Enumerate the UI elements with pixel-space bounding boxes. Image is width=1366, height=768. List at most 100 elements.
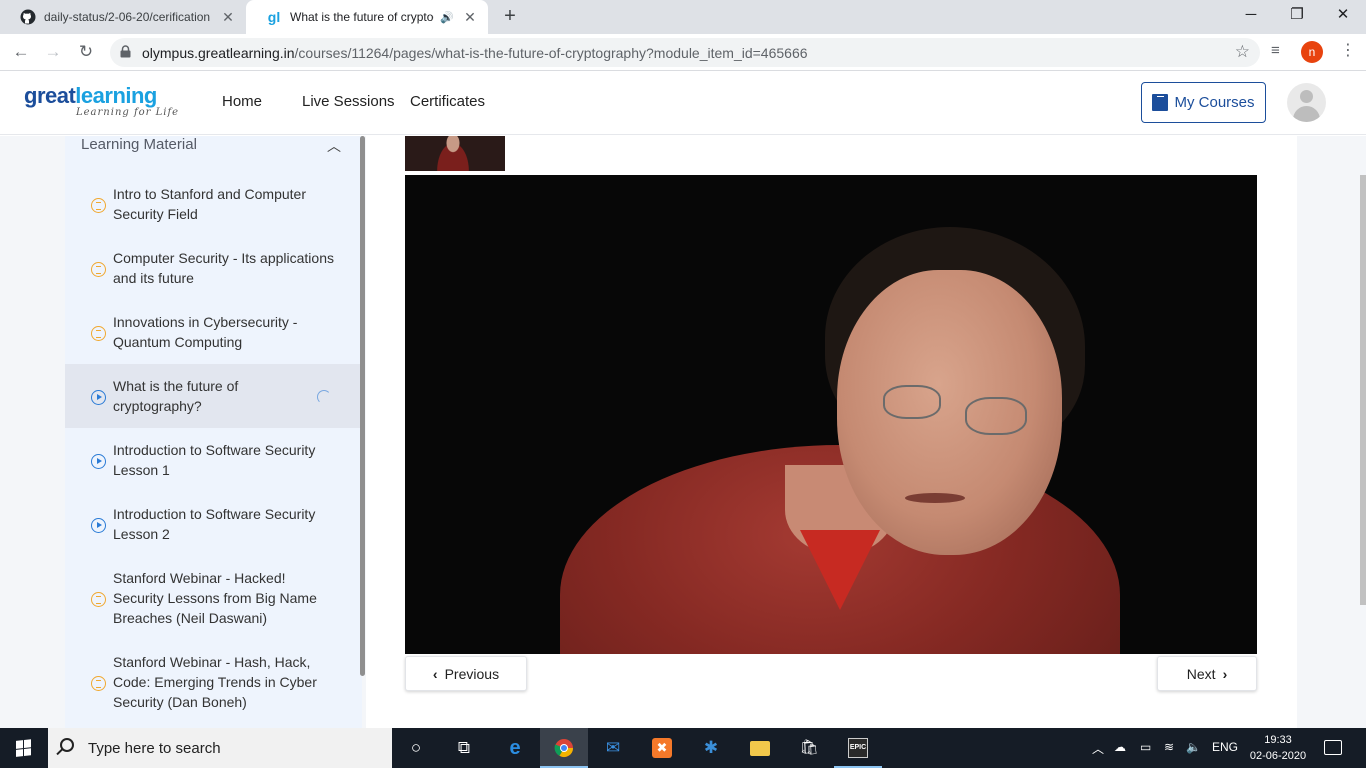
course-sidebar: Learning Material ︿ Intro to Stanford an… (65, 136, 362, 728)
module-item-label: What is the future of cryptography? (113, 378, 239, 414)
page-scrollbar[interactable] (1360, 175, 1366, 605)
bookmark-star-icon[interactable]: ☆ (1235, 42, 1250, 62)
previous-label: Previous (444, 665, 500, 682)
module-item[interactable]: Introduction to Software Security Lesson… (65, 428, 362, 492)
my-courses-label: My Courses (1174, 94, 1255, 111)
previous-button[interactable]: ‹ Previous (405, 656, 527, 691)
windows-taskbar: Type here to search ○ ⧉ e ✉ ✖ ✱ 🛍 EPIC ︿… (0, 728, 1366, 768)
logo-text-learning: learning (75, 83, 157, 108)
greatlearning-favicon-icon: gl (267, 9, 281, 25)
tab-title: daily-status/2-06-20/cerification (44, 10, 211, 24)
new-tab-button[interactable]: + (498, 5, 522, 29)
nav-live-sessions[interactable]: Live Sessions (302, 93, 395, 110)
taskbar-clock[interactable]: 19:33 02-06-2020 (1246, 732, 1310, 764)
module-item[interactable]: Intro to Stanford and Computer Security … (65, 172, 362, 236)
nav-home[interactable]: Home (222, 93, 262, 110)
start-button[interactable] (0, 728, 48, 768)
play-icon (91, 518, 106, 533)
module-item[interactable]: Stanford Webinar - Hash, Hack, Code: Eme… (65, 640, 362, 724)
my-courses-button[interactable]: My Courses (1141, 82, 1266, 123)
lesson-content: ‹ Previous Next › (366, 136, 1297, 728)
tab-title: What is the future of cryptog (290, 10, 435, 24)
minimize-button[interactable]: ─ (1228, 0, 1274, 32)
edge-icon: e (509, 737, 521, 759)
document-icon (91, 262, 106, 277)
browser-tab-greatlearning[interactable]: gl What is the future of cryptog 🔊 ✕ (246, 0, 488, 34)
user-avatar[interactable] (1287, 83, 1326, 122)
task-view-button[interactable]: ⧉ (440, 728, 488, 768)
module-item-label: Innovations in Cybersecurity - Quantum C… (113, 314, 298, 350)
tray-chevron-up-icon[interactable]: ︿ (1092, 740, 1104, 757)
next-button[interactable]: Next › (1157, 656, 1257, 691)
browser-tab-github[interactable]: daily-status/2-06-20/cerification ✕ (0, 0, 246, 34)
xampp-icon: ✖ (652, 738, 672, 758)
page-body: Learning Material ︿ Intro to Stanford an… (0, 136, 1366, 728)
epic-games-icon: EPIC (848, 738, 868, 758)
battery-icon[interactable]: ▭ (1140, 740, 1151, 754)
sidebar-scrollbar[interactable] (360, 136, 365, 676)
close-tab-icon[interactable]: ✕ (218, 9, 238, 26)
windows-logo-icon (16, 739, 32, 757)
document-icon (91, 326, 106, 341)
module-item[interactable]: Introduction to Software Security Lesson… (65, 492, 362, 556)
wifi-icon[interactable]: ≋ (1164, 740, 1174, 754)
vs-code-app[interactable]: ✱ (687, 728, 735, 768)
greatlearning-logo[interactable]: greatlearning Learning for Life (24, 83, 179, 119)
media-control-icon[interactable]: ≡ (1271, 42, 1280, 59)
video-player[interactable] (405, 175, 1257, 654)
puzzle-icon: ✱ (703, 738, 719, 757)
xampp-app[interactable]: ✖ (638, 728, 686, 768)
file-explorer-app[interactable] (736, 728, 784, 768)
play-icon (91, 454, 106, 469)
task-view-icon: ⧉ (457, 738, 471, 757)
notification-icon[interactable] (1324, 740, 1342, 755)
module-item-label: Intro to Stanford and Computer Security … (113, 186, 306, 222)
chevron-left-icon: ‹ (432, 665, 438, 682)
forward-arrow-icon[interactable]: → (40, 40, 66, 66)
site-header: greatlearning Learning for Life Home Liv… (0, 71, 1366, 135)
search-icon (60, 738, 74, 752)
module-item-label: Stanford Webinar - Hash, Hack, Code: Eme… (113, 654, 317, 710)
url-host: olympus.greatlearning.in (142, 45, 295, 61)
video-thumbnail[interactable] (405, 136, 505, 171)
chrome-app[interactable] (540, 728, 588, 768)
module-item-label: Stanford Webinar - Hacked! Security Less… (113, 570, 317, 626)
volume-icon[interactable]: 🔈 (1186, 740, 1201, 754)
profile-avatar[interactable]: n (1301, 41, 1323, 63)
play-icon (91, 390, 106, 405)
folder-icon (750, 741, 770, 756)
chevron-up-icon[interactable]: ︿ (327, 136, 341, 156)
restore-button[interactable]: ❐ (1274, 0, 1320, 32)
store-icon: 🛍 (799, 739, 819, 756)
nav-certificates[interactable]: Certificates (410, 93, 485, 110)
more-menu-icon[interactable]: ⋮ (1340, 40, 1356, 60)
close-tab-icon[interactable]: ✕ (460, 9, 480, 26)
mail-app[interactable]: ✉ (589, 728, 637, 768)
chrome-icon (554, 738, 574, 758)
close-window-button[interactable]: ✕ (1320, 0, 1366, 32)
cortana-button[interactable]: ○ (392, 728, 440, 768)
epic-games-app[interactable]: EPIC (834, 728, 882, 768)
store-app[interactable]: 🛍 (785, 728, 833, 768)
document-icon (91, 676, 106, 691)
onedrive-icon[interactable]: ☁ (1114, 740, 1126, 754)
section-title: Learning Material (81, 136, 197, 153)
next-label: Next (1186, 665, 1216, 682)
module-item[interactable]: Innovations in Cybersecurity - Quantum C… (65, 300, 362, 364)
module-item-active[interactable]: What is the future of cryptography? (65, 364, 362, 428)
module-item[interactable]: Computer Security - Its applications and… (65, 236, 362, 300)
module-item[interactable]: Stanford Webinar - Hacked! Security Less… (65, 556, 362, 640)
github-icon (20, 9, 36, 25)
book-icon (1152, 94, 1169, 111)
address-bar[interactable]: olympus.greatlearning.in/courses/11264/p… (110, 38, 1260, 67)
module-item-label: Introduction to Software Security Lesson… (113, 442, 316, 478)
language-indicator[interactable]: ENG (1212, 740, 1238, 754)
logo-text-great: great (24, 83, 76, 108)
reload-icon[interactable]: ↻ (73, 40, 99, 66)
back-arrow-icon[interactable]: ← (8, 40, 34, 66)
url-path: /courses/11264/pages/what-is-the-future-… (294, 45, 808, 61)
taskbar-search[interactable]: Type here to search (48, 728, 392, 768)
learning-material-header[interactable]: Learning Material ︿ (81, 136, 341, 164)
edge-app[interactable]: e (491, 728, 539, 768)
speaker-icon[interactable]: 🔊 (440, 11, 454, 24)
